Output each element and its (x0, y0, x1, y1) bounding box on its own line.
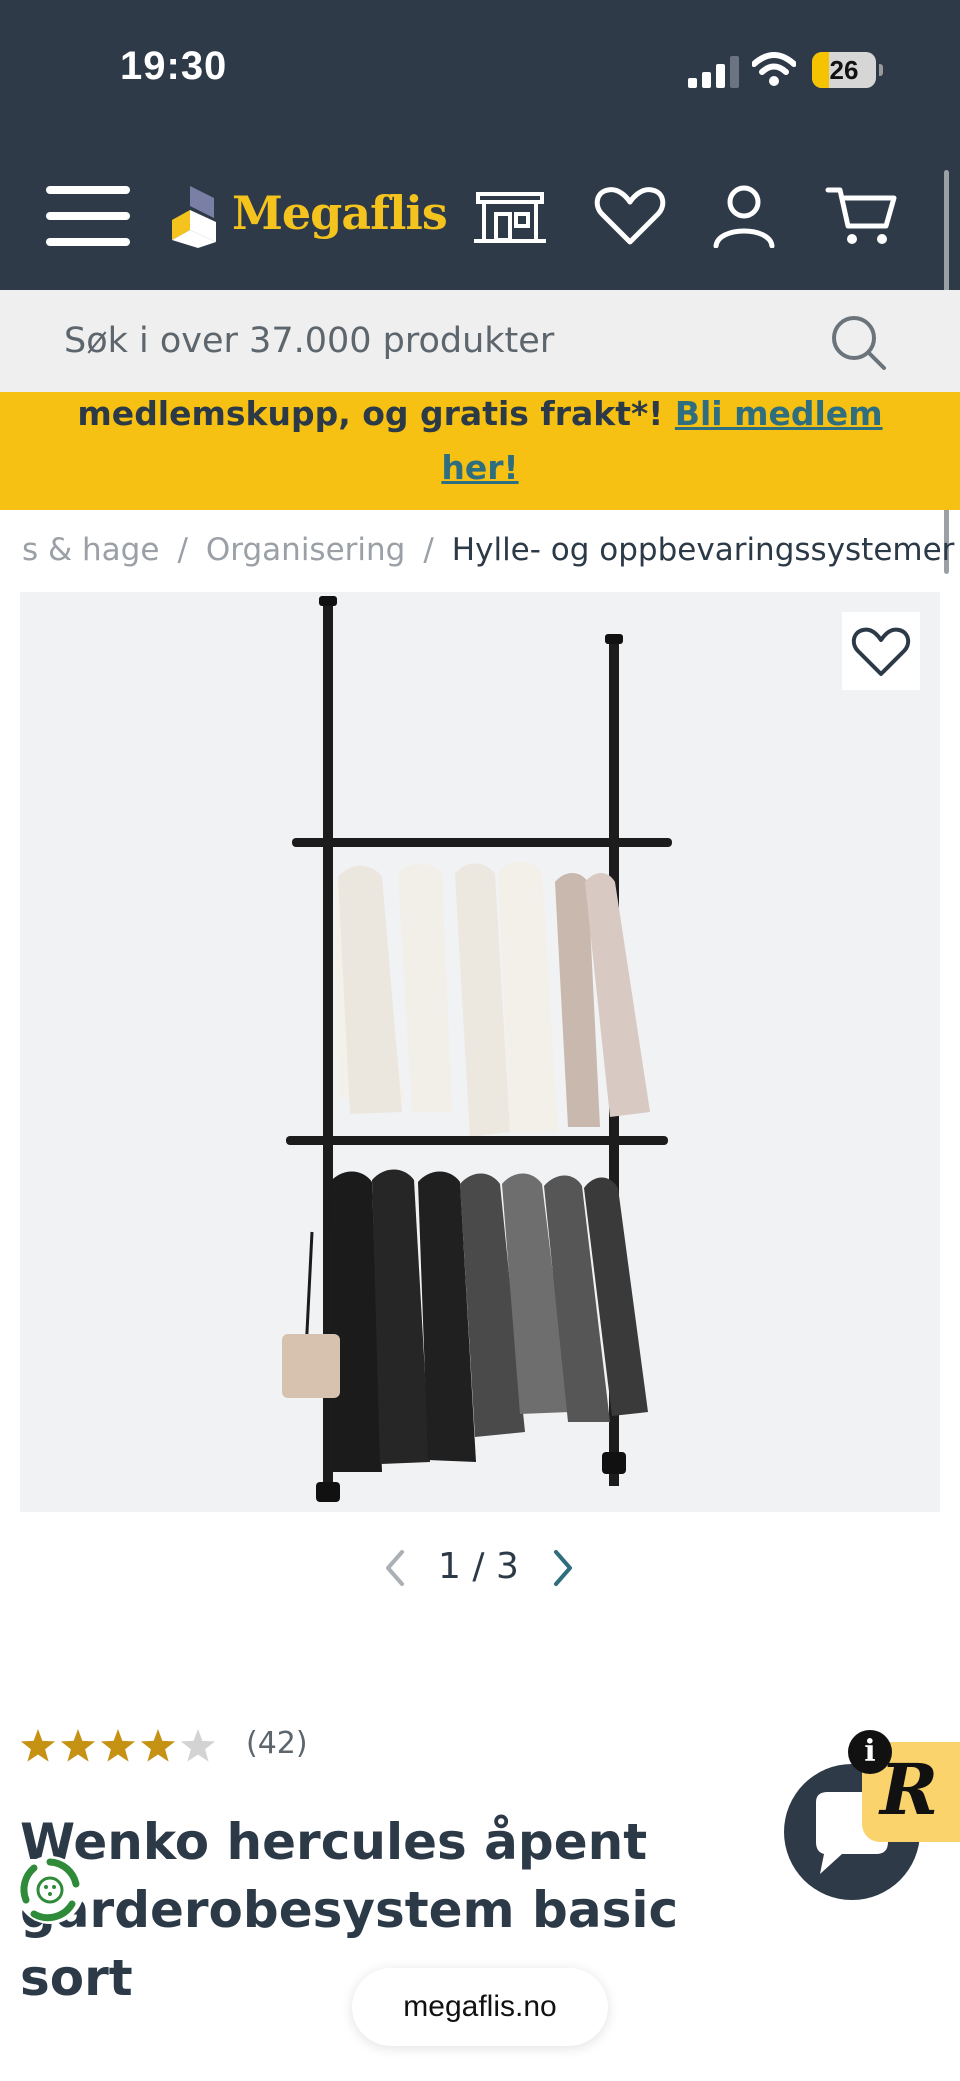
breadcrumb-item[interactable]: Organisering (206, 532, 405, 568)
breadcrumb-separator: / (423, 532, 434, 568)
star-filled-icon (100, 1729, 136, 1762)
chevron-right-icon[interactable] (548, 1546, 578, 1590)
pager-text: 1 / 3 (438, 1546, 519, 1587)
star-empty-icon (180, 1729, 216, 1762)
search-bar (0, 290, 960, 392)
breadcrumb: s & hage / Organisering / Hylle- og oppbevar… (22, 532, 954, 572)
search-icon[interactable] (828, 312, 888, 372)
brand-logo[interactable]: Megaflis (170, 180, 448, 260)
chevron-left-icon[interactable] (380, 1546, 410, 1590)
banner-link-continued[interactable]: her! (441, 448, 518, 487)
add-to-favorites-button[interactable] (842, 612, 920, 690)
star-filled-icon (60, 1729, 96, 1762)
battery-indicator: 26 (812, 52, 883, 88)
image-pager: 1 / 3 (380, 1546, 580, 1590)
app-header: 19:30 26 Megaflis (0, 0, 960, 290)
review-count: (42) (246, 1726, 308, 1761)
browser-url-bar[interactable]: megaflis.no (352, 1968, 608, 2046)
star-filled-icon (140, 1729, 176, 1762)
rating-stars (20, 1729, 216, 1762)
pager-current: 1 (438, 1546, 461, 1587)
pager-total: 3 (495, 1546, 519, 1587)
info-icon[interactable]: i (848, 1730, 892, 1774)
breadcrumb-separator: / (177, 532, 188, 568)
logo-mark-icon (172, 186, 216, 248)
product-title-line: Wenko hercules åpent (20, 1813, 648, 1871)
store-icon[interactable] (472, 184, 548, 248)
cellular-signal-icon (688, 56, 739, 88)
membership-banner: medlemskupp, og gratis frakt*! Bli medle… (0, 392, 960, 510)
cart-icon[interactable] (824, 184, 900, 248)
wifi-icon (752, 52, 796, 86)
search-input[interactable] (0, 290, 960, 392)
status-time: 19:30 (120, 44, 228, 88)
banner-link-line: her! (0, 448, 960, 487)
star-filled-icon (20, 1729, 56, 1762)
banner-text-line: medlemskupp, og gratis frakt*! Bli medle… (0, 394, 960, 433)
banner-text: medlemskupp, og gratis frakt*! (77, 394, 664, 433)
banner-link[interactable]: Bli medlem (675, 394, 883, 433)
breadcrumb-current: Hylle- og oppbevaringssystemer (451, 532, 955, 568)
clothes-rack-illustration (282, 596, 672, 1502)
heart-icon[interactable] (592, 184, 668, 248)
pager-separator: / (472, 1546, 485, 1587)
battery-nub (879, 64, 883, 76)
battery-percent: 26 (829, 55, 859, 85)
brand-name: Megaflis (232, 186, 448, 240)
menu-button[interactable] (46, 186, 130, 246)
breadcrumb-item[interactable]: s & hage (22, 532, 159, 568)
user-icon[interactable] (706, 184, 782, 248)
eco-recycle-icon[interactable] (14, 1854, 86, 1926)
product-image[interactable] (20, 592, 940, 1512)
